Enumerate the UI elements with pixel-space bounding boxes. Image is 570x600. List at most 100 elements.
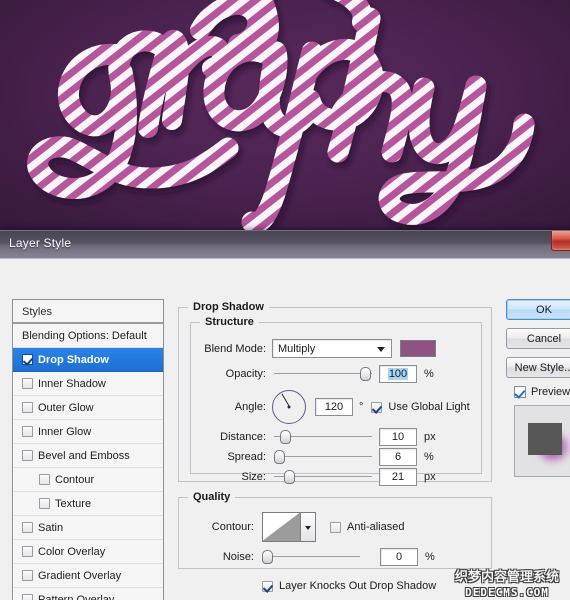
quality-group-title: Quality [188,491,236,503]
sidebar-item-satin[interactable]: Satin [13,516,163,540]
sidebar-item-blending-options[interactable]: Blending Options: Default [13,324,163,348]
dialog-body: Styles Blending Options: Default Drop Sh… [0,259,570,600]
size-row: Size: 21 px [200,468,474,486]
layer-knocks-out-row[interactable]: Layer Knocks Out Drop Shadow [262,580,436,592]
chevron-down-icon[interactable] [377,347,385,352]
anti-aliased-label: Anti-aliased [347,521,405,533]
checkbox-icon[interactable] [22,426,33,437]
sidebar-item-texture[interactable]: Texture [13,492,163,516]
sidebar-item-label: Contour [55,473,95,486]
sidebar-item-inner-shadow[interactable]: Inner Shadow [13,372,163,396]
contour-picker[interactable] [262,512,316,542]
sidebar-item-outer-glow[interactable]: Outer Glow [13,396,163,420]
sidebar-item-label: Blending Options: Default [22,329,147,342]
layer-knocks-out-label: Layer Knocks Out Drop Shadow [279,580,437,592]
drop-shadow-group: Drop Shadow Structure Blend Mode: Multip… [178,301,492,486]
checkbox-icon[interactable] [22,546,33,557]
slider-thumb[interactable] [262,550,273,564]
checkbox-icon[interactable] [22,378,33,389]
sidebar-item-color-overlay[interactable]: Color Overlay [13,540,163,564]
anti-aliased-row[interactable]: Anti-aliased [330,521,404,533]
angle-unit: ° [359,401,364,413]
opacity-input[interactable]: 100 [379,365,417,383]
opacity-label: Opacity: [225,368,266,380]
checkbox-icon[interactable] [22,402,33,413]
new-style-button[interactable]: New Style... [506,357,570,378]
sidebar-item-pattern-overlay[interactable]: Pattern Overlay [13,588,163,600]
sidebar-item-label: Inner Glow [38,425,92,438]
contour-label: Contour: [211,521,254,533]
contour-curve-graphic [263,513,300,541]
contour-dropdown-arrow[interactable] [301,512,316,542]
angle-dial[interactable] [272,390,306,424]
checkbox-icon[interactable] [39,474,50,485]
checkbox-icon[interactable] [39,498,50,509]
quality-group: Quality Contour: Anti-aliased Noise: 0 % [178,491,492,569]
checkbox-icon[interactable] [22,570,33,581]
sidebar-item-label: Gradient Overlay [38,569,122,582]
noise-slider[interactable] [262,550,360,564]
slider-track [274,456,372,457]
blend-mode-label: Blend Mode: [204,342,266,355]
sidebar-item-label: Pattern Overlay [38,593,115,600]
sidebar-item-bevel-and-emboss[interactable]: Bevel and Emboss [13,444,163,468]
styles-list-panel[interactable]: Styles Blending Options: Default Drop Sh… [12,299,164,600]
slider-track [274,373,372,374]
use-global-light-label: Use Global Light [388,401,470,413]
sidebar-item-contour[interactable]: Contour [13,468,163,492]
distance-input[interactable]: 10 [379,428,417,446]
blend-mode-value: Multiply [278,342,316,355]
cancel-button[interactable]: Cancel [506,328,570,349]
size-unit: px [424,471,436,483]
size-slider[interactable] [274,470,372,484]
size-input[interactable]: 21 [379,468,417,486]
slider-thumb[interactable] [280,430,291,444]
sidebar-item-inner-glow[interactable]: Inner Glow [13,420,163,444]
preview-checkbox-row[interactable]: Preview [514,386,570,398]
screenshot-root: Layer Style Styles Blending Options: Def… [0,0,570,600]
preview-label: Preview [531,386,570,398]
spread-row: Spread: 6 % [200,448,474,466]
checkbox-icon[interactable] [262,580,273,592]
contour-swatch[interactable] [262,512,301,542]
candy-cane-typography-artwork [0,0,570,232]
contour-row: Contour: Anti-aliased [199,512,479,542]
noise-unit: % [425,551,435,563]
sidebar-item-gradient-overlay[interactable]: Gradient Overlay [13,564,163,588]
checkbox-icon[interactable] [22,594,33,600]
dialog-titlebar[interactable]: Layer Style [0,231,570,259]
noise-input[interactable]: 0 [380,548,418,566]
noise-label: Noise: [222,551,254,563]
spread-slider[interactable] [274,450,372,464]
spread-input[interactable]: 6 [379,448,417,466]
sidebar-item-drop-shadow[interactable]: Drop Shadow [13,348,163,372]
slider-thumb[interactable] [284,470,295,484]
sidebar-item-label: Texture [55,497,92,510]
checkbox-icon[interactable] [371,401,383,413]
ok-button[interactable]: OK [506,299,570,320]
checkbox-icon[interactable] [514,386,526,398]
angle-row: Angle: 120 ° Use Global Light [200,389,474,425]
distance-slider[interactable] [274,430,372,444]
checkbox-icon[interactable] [22,522,33,533]
opacity-slider[interactable] [274,367,372,381]
slider-thumb[interactable] [274,450,285,464]
slider-thumb[interactable] [360,367,371,381]
sidebar-item-label: Drop Shadow [38,353,109,366]
blend-mode-select[interactable]: Multiply [272,339,392,358]
distance-unit: px [424,431,436,443]
close-icon[interactable] [551,231,570,251]
noise-row: Noise: 0 % [199,548,479,566]
checkbox-icon[interactable] [22,354,33,365]
angle-label: Angle: [234,401,266,413]
shadow-color-swatch[interactable] [400,340,436,357]
sidebar-item-label: Satin [38,521,64,534]
angle-input[interactable]: 120 [315,398,353,416]
opacity-unit: % [424,368,434,380]
sidebar-item-label: Color Overlay [38,545,106,558]
checkbox-icon[interactable] [330,521,341,533]
opacity-row: Opacity: 100 % [200,365,474,383]
use-global-light-row[interactable]: Use Global Light [371,401,470,413]
distance-label: Distance: [220,431,266,443]
checkbox-icon[interactable] [22,450,33,461]
